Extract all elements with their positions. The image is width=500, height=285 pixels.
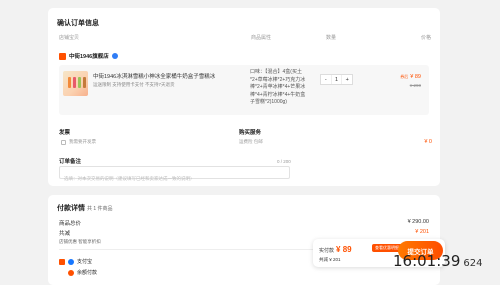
invoice-option[interactable]: 我需要开发票 xyxy=(61,139,96,145)
invoice-title: 发票 xyxy=(59,130,71,136)
timestamp-overlay: 16:01:39 624 xyxy=(393,252,482,270)
discount-row[interactable]: 共减 ¥ 201 xyxy=(59,229,429,237)
balance-icon xyxy=(68,269,74,276)
pay-label: 实付款 xyxy=(319,248,335,254)
qty-minus-button[interactable]: - xyxy=(321,75,331,84)
qty-value[interactable]: 1 xyxy=(330,75,343,84)
shop-header[interactable]: 中街1946旗舰店 xyxy=(59,52,118,60)
pay-method-label: 余额付款 xyxy=(77,270,98,276)
invoice-option-label: 我需要开发票 xyxy=(69,139,96,144)
total-label: 商品总价 xyxy=(59,221,82,227)
note-title: 订单备注 xyxy=(59,159,82,165)
invoice-checkbox[interactable] xyxy=(61,139,66,145)
quantity-stepper: - 1 + xyxy=(320,74,353,85)
col-header-product: 店铺宝贝 xyxy=(59,35,80,41)
note-counter: 0 / 200 xyxy=(277,159,291,164)
qty-plus-button[interactable]: + xyxy=(342,75,352,84)
price-current: 券后 ¥ 89 xyxy=(400,74,421,80)
discount-value: ¥ 201 xyxy=(415,229,429,235)
order-note-input[interactable] xyxy=(60,173,289,184)
price-original: ¥ 290 xyxy=(409,83,421,88)
price-current-value: ¥ 89 xyxy=(410,74,421,80)
order-confirm-card: 确认订单信息 店铺宝贝 商品属性 数量 价格 中街1946旗舰店 中街1946冰… xyxy=(48,8,440,186)
saved-amount: 共减 ¥ 201 xyxy=(319,257,341,262)
pay-amount: 实付款 ¥ 89 xyxy=(319,245,352,254)
order-item: 中街1946冰淇淋雪糕小神冰全家桶牛奶盒子雪糕冰 运送限制 支持使用卡支付 不支… xyxy=(59,65,429,115)
discount-label: 共减 xyxy=(59,231,71,237)
checkbox-checked-icon[interactable] xyxy=(59,258,65,265)
price-label: 券后 xyxy=(400,74,409,79)
order-note-field[interactable] xyxy=(59,166,290,184)
product-attributes: 口味：【混合】4盒(买土*2+草莓冰棒*2+巧克力冰棒*2+青苹冰棒*4+芒果冰… xyxy=(250,69,306,106)
col-header-price: 价格 xyxy=(420,35,431,41)
total-value: ¥ 290.00 xyxy=(407,219,429,225)
col-header-qty: 数量 xyxy=(326,35,337,41)
pay-value: ¥ 89 xyxy=(336,245,352,254)
shop-name[interactable]: 中街1946旗舰店 xyxy=(69,52,109,60)
pay-method-alipay[interactable]: 支付宝 xyxy=(59,258,92,265)
col-header-attr: 商品属性 xyxy=(251,35,272,41)
verified-icon xyxy=(111,53,118,59)
product-title[interactable]: 中街1946冰淇淋雪糕小神冰全家桶牛奶盒子雪糕冰 xyxy=(93,72,223,80)
section-title: 确认订单信息 xyxy=(57,20,99,27)
pay-method-balance[interactable]: 余额付款 xyxy=(59,269,97,276)
product-subtitle: 运送限制 支持使用卡支付 不支持7天退货 xyxy=(93,82,175,87)
service-title: 购买服务 xyxy=(239,130,262,136)
service-price: ¥ 0 xyxy=(424,139,432,145)
shop-icon xyxy=(59,52,66,60)
overlay-time: 16:01:39 xyxy=(393,252,461,270)
item-count: 共 1 件商品 xyxy=(86,206,113,212)
pay-method-label: 支付宝 xyxy=(77,259,93,265)
total-row: 商品总价 ¥ 290.00 xyxy=(59,219,429,227)
service-item[interactable]: 运费险 包邮 xyxy=(239,139,263,145)
payment-title: 付款详情 共 1 件商品 xyxy=(57,205,113,212)
alipay-icon xyxy=(68,258,74,265)
overlay-ms: 624 xyxy=(463,258,483,269)
product-thumbnail[interactable] xyxy=(63,71,88,96)
